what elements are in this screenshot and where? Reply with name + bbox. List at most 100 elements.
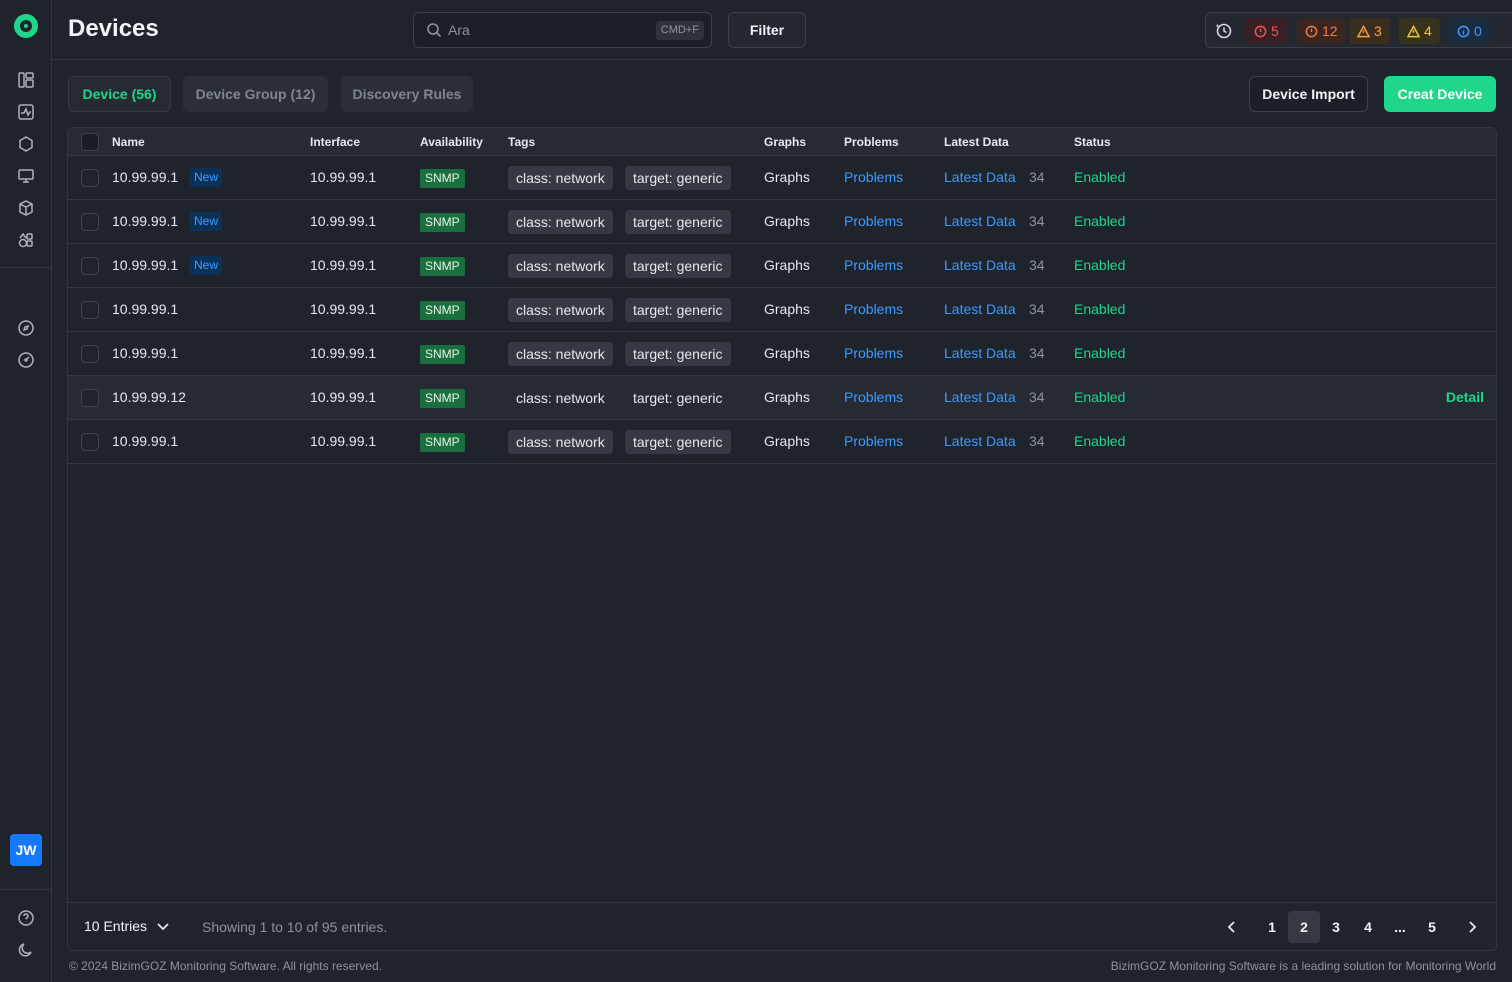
history-icon[interactable] xyxy=(1216,23,1232,39)
status-text[interactable]: Enabled xyxy=(1074,301,1125,317)
problems-link[interactable]: Problems xyxy=(844,301,903,317)
row-checkbox[interactable] xyxy=(81,301,99,319)
page-button[interactable]: 5 xyxy=(1416,911,1448,943)
row-checkbox[interactable] xyxy=(81,389,99,407)
graphs-link[interactable]: Graphs xyxy=(764,257,810,273)
help-icon[interactable] xyxy=(16,908,36,928)
tab-device-group[interactable]: Device Group (12) xyxy=(183,76,328,112)
status-text[interactable]: Enabled xyxy=(1074,433,1125,449)
latest-data-link[interactable]: Latest Data xyxy=(944,213,1016,229)
problems-link[interactable]: Problems xyxy=(844,433,903,449)
avatar[interactable]: JW xyxy=(10,834,42,866)
latest-data-link[interactable]: Latest Data xyxy=(944,257,1016,273)
devices-icon[interactable] xyxy=(16,166,36,186)
status-text[interactable]: Enabled xyxy=(1074,169,1125,185)
table-row[interactable]: 10.99.99.1 New 10.99.99.1 SNMP class: networ… xyxy=(68,244,1496,288)
tag-chip[interactable]: class: network xyxy=(508,298,613,322)
device-import-button[interactable]: Device Import xyxy=(1249,76,1368,112)
tag-chip[interactable]: target: generic xyxy=(625,210,731,234)
device-name[interactable]: 10.99.99.1 xyxy=(112,169,178,185)
status-text[interactable]: Enabled xyxy=(1074,345,1125,361)
integrations-icon[interactable] xyxy=(16,230,36,250)
problems-link[interactable]: Problems xyxy=(844,169,903,185)
column-header-graphs[interactable]: Graphs xyxy=(764,135,806,149)
dark-mode-icon[interactable] xyxy=(16,940,36,960)
row-checkbox[interactable] xyxy=(81,257,99,275)
tag-chip[interactable]: class: network xyxy=(508,254,613,278)
table-row[interactable]: 10.99.99.1 New 10.99.99.1 SNMP class: networ… xyxy=(68,200,1496,244)
device-name[interactable]: 10.99.99.1 xyxy=(112,433,178,449)
tag-chip[interactable]: class: network xyxy=(508,430,613,454)
table-row[interactable]: 10.99.99.1 10.99.99.1 SNMP class: network ta… xyxy=(68,420,1496,464)
latest-data-link[interactable]: Latest Data xyxy=(944,345,1016,361)
column-header-interface[interactable]: Interface xyxy=(310,135,360,149)
device-name[interactable]: 10.99.99.12 xyxy=(112,389,186,405)
status-text[interactable]: Enabled xyxy=(1074,257,1125,273)
prev-page-button[interactable] xyxy=(1216,911,1248,943)
status-text[interactable]: Enabled xyxy=(1074,389,1125,405)
app-logo[interactable] xyxy=(14,14,38,38)
package-icon[interactable] xyxy=(16,198,36,218)
gauge-icon[interactable] xyxy=(16,350,36,370)
latest-data-link[interactable]: Latest Data xyxy=(944,433,1016,449)
tag-chip[interactable]: class: network xyxy=(508,342,613,366)
problems-link[interactable]: Problems xyxy=(844,345,903,361)
tag-chip[interactable]: class: network xyxy=(508,386,613,410)
average-alert-badge[interactable]: 3 xyxy=(1349,18,1390,44)
row-checkbox[interactable] xyxy=(81,433,99,451)
compass-icon[interactable] xyxy=(16,318,36,338)
problems-link[interactable]: Problems xyxy=(844,257,903,273)
graphs-link[interactable]: Graphs xyxy=(764,169,810,185)
critical-alert-badge[interactable]: 5 xyxy=(1246,18,1287,44)
tag-chip[interactable]: class: network xyxy=(508,210,613,234)
search-input[interactable] xyxy=(448,20,648,40)
column-header-name[interactable]: Name xyxy=(112,135,145,149)
page-button[interactable]: 4 xyxy=(1352,911,1384,943)
tag-chip[interactable]: target: generic xyxy=(625,254,731,278)
filter-button[interactable]: Filter xyxy=(728,12,806,48)
tag-chip[interactable]: target: generic xyxy=(625,166,731,190)
table-row[interactable]: 10.99.99.1 10.99.99.1 SNMP class: network ta… xyxy=(68,332,1496,376)
graphs-link[interactable]: Graphs xyxy=(764,301,810,317)
device-name[interactable]: 10.99.99.1 xyxy=(112,257,178,273)
column-header-status[interactable]: Status xyxy=(1074,135,1111,149)
search-box[interactable]: CMD+F xyxy=(413,12,712,48)
graphs-link[interactable]: Graphs xyxy=(764,345,810,361)
tag-chip[interactable]: class: network xyxy=(508,166,613,190)
hexagon-icon[interactable] xyxy=(16,134,36,154)
tab-discovery-rules[interactable]: Discovery Rules xyxy=(341,76,473,112)
status-text[interactable]: Enabled xyxy=(1074,213,1125,229)
entries-per-page-select[interactable]: 10 Entries xyxy=(84,918,171,934)
column-header-tags[interactable]: Tags xyxy=(508,135,535,149)
device-name[interactable]: 10.99.99.1 xyxy=(112,213,178,229)
latest-data-link[interactable]: Latest Data xyxy=(944,301,1016,317)
latest-data-link[interactable]: Latest Data xyxy=(944,169,1016,185)
page-button-current[interactable]: 2 xyxy=(1288,911,1320,943)
column-header-availability[interactable]: Availability xyxy=(420,135,483,149)
next-page-button[interactable] xyxy=(1456,911,1488,943)
info-alert-badge[interactable]: 0 xyxy=(1449,18,1490,44)
select-all-checkbox[interactable] xyxy=(81,133,99,151)
device-name[interactable]: 10.99.99.1 xyxy=(112,301,178,317)
table-row[interactable]: 10.99.99.12 10.99.99.1 SNMP class: network t… xyxy=(68,376,1496,420)
table-row[interactable]: 10.99.99.1 New 10.99.99.1 SNMP class: networ… xyxy=(68,156,1496,200)
high-alert-badge[interactable]: 12 xyxy=(1297,18,1346,44)
detail-link[interactable]: Detail xyxy=(1446,389,1484,405)
problems-link[interactable]: Problems xyxy=(844,213,903,229)
tag-chip[interactable]: target: generic xyxy=(625,342,731,366)
device-name[interactable]: 10.99.99.1 xyxy=(112,345,178,361)
tab-device[interactable]: Device (56) xyxy=(68,76,171,112)
latest-data-link[interactable]: Latest Data xyxy=(944,389,1016,405)
page-button[interactable]: 1 xyxy=(1256,911,1288,943)
tag-chip[interactable]: target: generic xyxy=(625,386,731,410)
graphs-link[interactable]: Graphs xyxy=(764,433,810,449)
column-header-latest-data[interactable]: Latest Data xyxy=(944,135,1009,149)
page-button[interactable]: 3 xyxy=(1320,911,1352,943)
create-device-button[interactable]: Creat Device xyxy=(1384,76,1496,112)
table-row[interactable]: 10.99.99.1 10.99.99.1 SNMP class: network ta… xyxy=(68,288,1496,332)
tag-chip[interactable]: target: generic xyxy=(625,430,731,454)
row-checkbox[interactable] xyxy=(81,213,99,231)
row-checkbox[interactable] xyxy=(81,345,99,363)
tag-chip[interactable]: target: generic xyxy=(625,298,731,322)
graphs-link[interactable]: Graphs xyxy=(764,213,810,229)
